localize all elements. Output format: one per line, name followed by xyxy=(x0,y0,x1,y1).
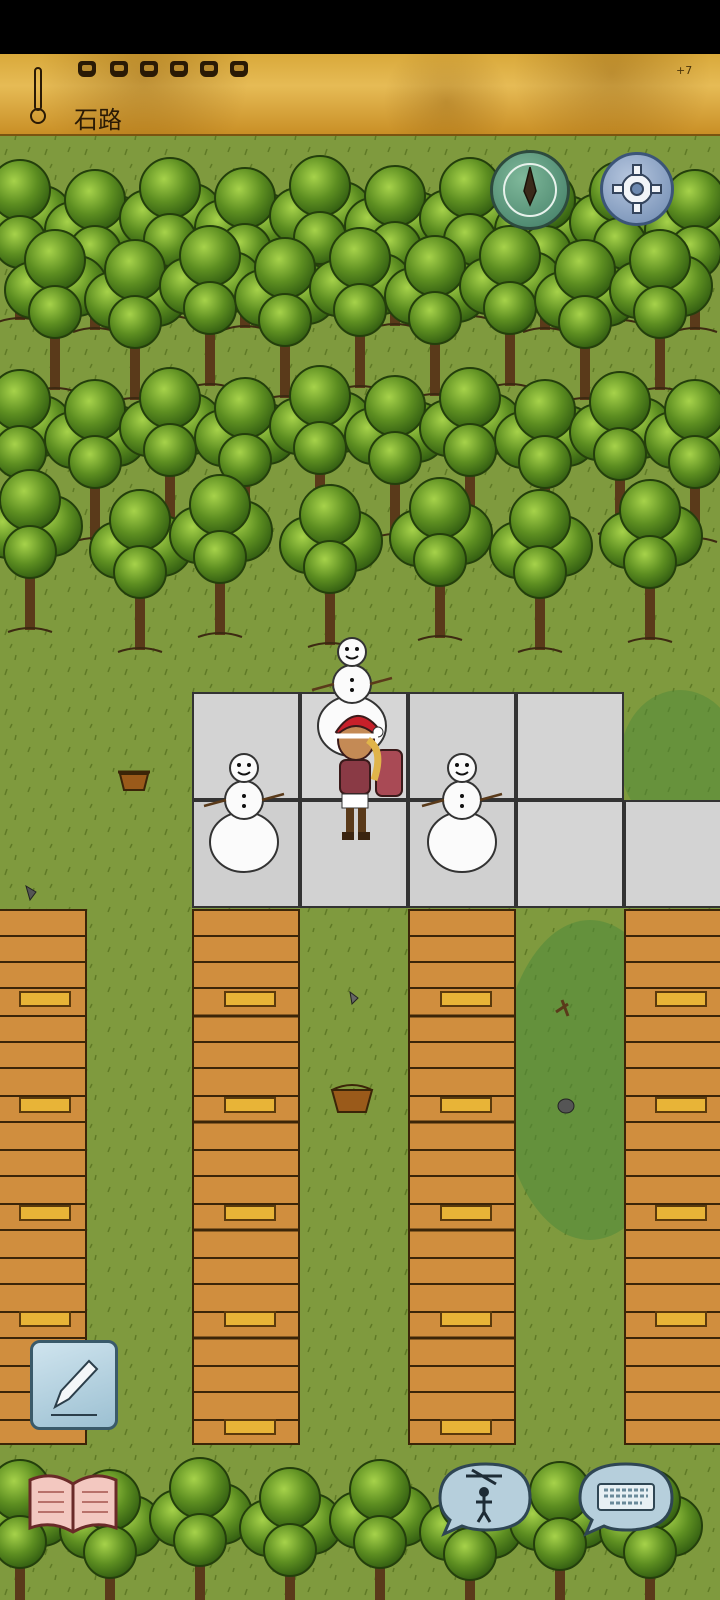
gear-icon xyxy=(612,164,662,214)
food-pip xyxy=(78,61,96,77)
location-label: 石路 xyxy=(74,106,122,134)
tech-tree-book-button[interactable] xyxy=(26,1466,120,1536)
hud-meter-label: +7 xyxy=(676,64,693,77)
pencil-icon xyxy=(51,1359,99,1416)
keyboard-icon xyxy=(578,1462,674,1537)
basket xyxy=(330,1084,374,1113)
note-pencil-button[interactable] xyxy=(30,1340,118,1430)
compass-button[interactable] xyxy=(490,150,570,230)
basket xyxy=(118,770,150,791)
settings-button[interactable] xyxy=(600,152,674,226)
compass-icon xyxy=(503,163,557,217)
food-pip xyxy=(110,61,128,77)
food-pip xyxy=(140,61,158,77)
chat-keyboard-button[interactable] xyxy=(574,1458,678,1538)
thermometer-icon xyxy=(28,66,48,126)
puppet-icon xyxy=(438,1462,532,1537)
book-icon xyxy=(28,1474,118,1534)
system-status-bar xyxy=(0,0,720,54)
stone-item xyxy=(557,1098,575,1114)
emote-puppet-button[interactable] xyxy=(432,1458,534,1538)
food-pip xyxy=(230,61,248,77)
food-pip xyxy=(170,61,188,77)
food-pip xyxy=(200,61,218,77)
